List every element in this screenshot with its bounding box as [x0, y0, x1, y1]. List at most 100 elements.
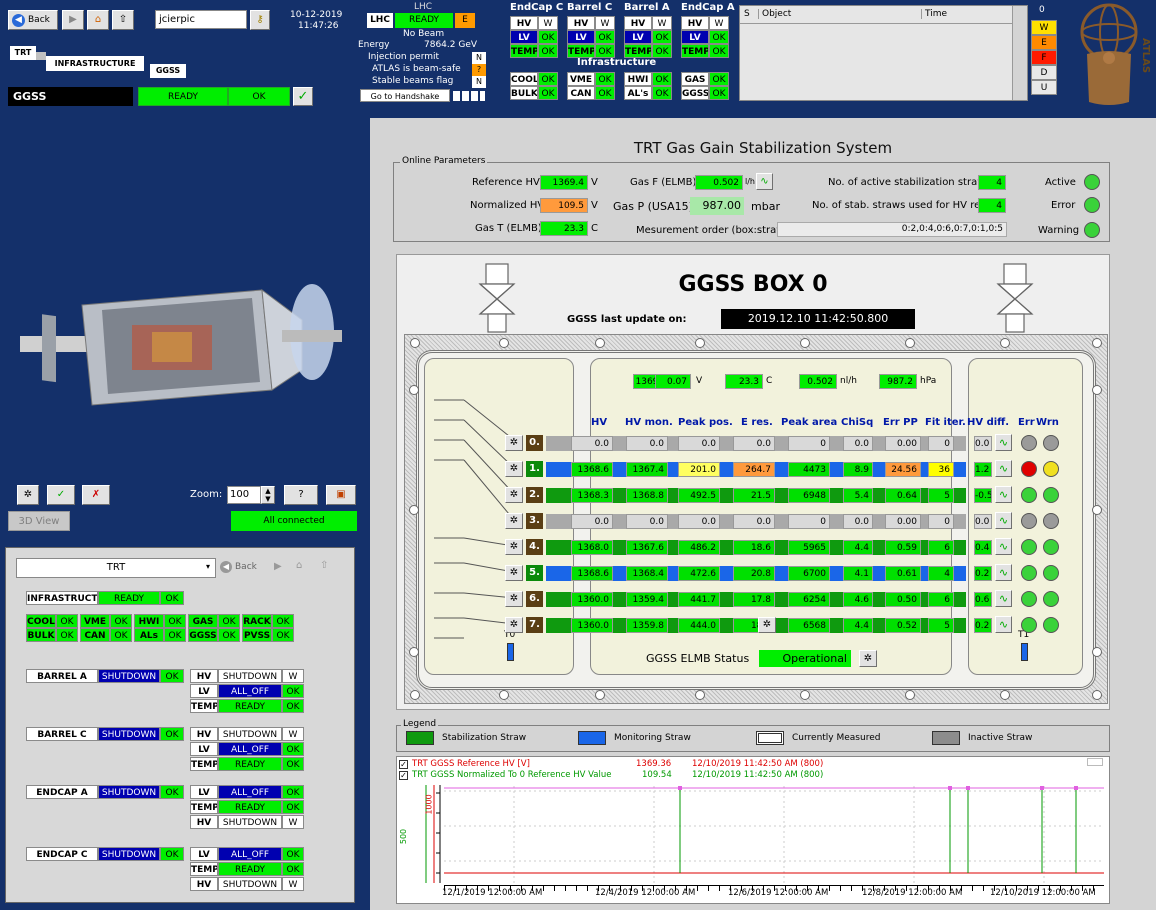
detector-2-temp-status[interactable]: OK: [652, 44, 672, 58]
trend-series2-checkbox[interactable]: ✓: [399, 771, 408, 780]
trt-up-icon[interactable]: ⇧: [320, 560, 328, 571]
barrel-c-node[interactable]: BARREL C: [26, 727, 98, 741]
detector-3-lv-status[interactable]: OK: [709, 30, 729, 44]
infra-vme-label[interactable]: VME: [567, 72, 595, 86]
back-button[interactable]: ◀ Back: [8, 10, 58, 30]
detector-2-temp-label[interactable]: TEMP: [624, 44, 652, 58]
straw-1-config-button[interactable]: ✲: [505, 461, 523, 477]
trt-forward-icon[interactable]: ▶: [274, 561, 282, 572]
endcap-a-node[interactable]: ENDCAP A: [26, 785, 98, 799]
straw-2-trend-button[interactable]: ∿: [995, 486, 1012, 503]
detector-3-temp-label[interactable]: TEMP: [681, 44, 709, 58]
barrel-c-temp-label[interactable]: TEMP: [190, 757, 218, 771]
endcap-c-temp-label[interactable]: TEMP: [190, 862, 218, 876]
barrel-a-node[interactable]: BARREL A: [26, 669, 98, 683]
alarm-table[interactable]: S Object Time: [739, 5, 1028, 101]
straw-6-id[interactable]: 6.: [526, 591, 543, 607]
detector-1-hv-label[interactable]: HV: [567, 16, 595, 30]
service-cool-status[interactable]: OK: [56, 614, 78, 628]
save-button[interactable]: ▣: [326, 485, 356, 505]
service-als-label[interactable]: ALs: [134, 628, 164, 642]
barrel-a-temp-label[interactable]: TEMP: [190, 699, 218, 713]
gas-f-trend-icon[interactable]: ∿: [756, 173, 773, 190]
straw-0-id[interactable]: 0.: [526, 435, 543, 451]
infra-als-status[interactable]: OK: [652, 86, 672, 100]
straw-5-trend-button[interactable]: ∿: [995, 564, 1012, 581]
barrel-a-status[interactable]: OK: [160, 669, 184, 683]
endcap-c-node[interactable]: ENDCAP C: [26, 847, 98, 861]
detector-2-lv-status[interactable]: OK: [652, 30, 672, 44]
barrel-a-temp-status[interactable]: OK: [282, 699, 304, 713]
service-pvss-label[interactable]: PVSS: [242, 628, 272, 642]
straw-5-config-button[interactable]: ✲: [505, 565, 523, 581]
alarm-level-e[interactable]: E: [1031, 35, 1057, 50]
service-pvss-status[interactable]: OK: [272, 628, 294, 642]
barrel-a-lv-status[interactable]: OK: [282, 684, 304, 698]
zoom-spinner[interactable]: ▲ ▼: [261, 486, 275, 504]
barrel-a-hv-label[interactable]: HV: [190, 669, 218, 683]
straw-2-id[interactable]: 2.: [526, 487, 543, 503]
endcap-c-temp-status[interactable]: OK: [282, 862, 304, 876]
infra-gas-label[interactable]: GAS: [681, 72, 709, 86]
endcap-a-temp-state[interactable]: READY: [218, 800, 282, 814]
endcap-a-hv-state[interactable]: SHUTDOWN: [218, 815, 282, 829]
straw-7-config-button[interactable]: ✲: [505, 617, 523, 633]
detector-0-lv-label[interactable]: LV: [510, 30, 538, 44]
service-bulk-status[interactable]: OK: [56, 628, 78, 642]
straw-3-id[interactable]: 3.: [526, 513, 543, 529]
infra-ggss-status[interactable]: OK: [709, 86, 729, 100]
service-gas-status[interactable]: OK: [218, 614, 240, 628]
endcap-a-temp-status[interactable]: OK: [282, 800, 304, 814]
alarm-level-d[interactable]: D: [1031, 65, 1057, 80]
alarm-level-f[interactable]: F: [1031, 50, 1057, 65]
straw-6-config-button[interactable]: ✲: [505, 591, 523, 607]
handshake-button[interactable]: Go to Handshake: [360, 89, 450, 102]
straw-7-id[interactable]: 7.: [526, 617, 543, 633]
infra-bulk-label[interactable]: BULK: [510, 86, 538, 100]
endcap-c-lv-label[interactable]: LV: [190, 847, 218, 861]
detector-0-temp-status[interactable]: OK: [538, 44, 558, 58]
trt-selector[interactable]: TRT: [16, 558, 216, 578]
infrastructure-status[interactable]: OK: [160, 591, 184, 605]
forward-button[interactable]: ▶: [62, 10, 84, 30]
barrel-a-hv-state[interactable]: SHUTDOWN: [218, 669, 282, 683]
endcap-a-lv-status[interactable]: OK: [282, 785, 304, 799]
infra-can-label[interactable]: CAN: [567, 86, 595, 100]
endcap-a-lv-state[interactable]: ALL_OFF: [218, 785, 282, 799]
detector-1-temp-status[interactable]: OK: [595, 44, 615, 58]
barrel-c-hv-label[interactable]: HV: [190, 727, 218, 741]
straw-4-id[interactable]: 4.: [526, 539, 543, 555]
service-hwi-status[interactable]: OK: [164, 614, 186, 628]
service-ggss-status[interactable]: OK: [218, 628, 240, 642]
straw-2-config-button[interactable]: ✲: [505, 487, 523, 503]
service-hwi-label[interactable]: HWI: [134, 614, 164, 628]
detector-0-temp-label[interactable]: TEMP: [510, 44, 538, 58]
detector-1-lv-label[interactable]: LV: [567, 30, 595, 44]
service-rack-status[interactable]: OK: [272, 614, 294, 628]
endcap-c-hv-state[interactable]: SHUTDOWN: [218, 877, 282, 891]
service-vme-label[interactable]: VME: [80, 614, 110, 628]
lhc-badge[interactable]: LHC: [367, 13, 393, 28]
alarm-level-u[interactable]: U: [1031, 80, 1057, 95]
service-rack-label[interactable]: RACK: [242, 614, 272, 628]
trend-corner-icon[interactable]: [1087, 758, 1103, 766]
barrel-c-status[interactable]: OK: [160, 727, 184, 741]
infra-cool-status[interactable]: OK: [538, 72, 558, 86]
endcap-c-hv-label[interactable]: HV: [190, 877, 218, 891]
home-button[interactable]: ⌂: [87, 10, 109, 30]
service-vme-status[interactable]: OK: [110, 614, 132, 628]
endcap-a-hv-label[interactable]: HV: [190, 815, 218, 829]
zoom-input[interactable]: 100: [227, 486, 261, 504]
breadcrumb-infrastructure[interactable]: INFRASTRUCTURE: [46, 56, 144, 71]
trt-back-button[interactable]: ◀ Back: [220, 561, 257, 573]
trt-home-icon[interactable]: ⌂: [296, 560, 302, 571]
infra-bulk-status[interactable]: OK: [538, 86, 558, 100]
service-bulk-label[interactable]: BULK: [26, 628, 56, 642]
infra-gas-status[interactable]: OK: [709, 72, 729, 86]
straw-3-config-button[interactable]: ✲: [505, 513, 523, 529]
service-gas-label[interactable]: GAS: [188, 614, 218, 628]
node-status[interactable]: OK: [228, 87, 290, 106]
endcap-c-hv-status[interactable]: W: [282, 877, 304, 891]
endcap-a-hv-status[interactable]: W: [282, 815, 304, 829]
infra-ggss-label[interactable]: GGSS: [681, 86, 709, 100]
